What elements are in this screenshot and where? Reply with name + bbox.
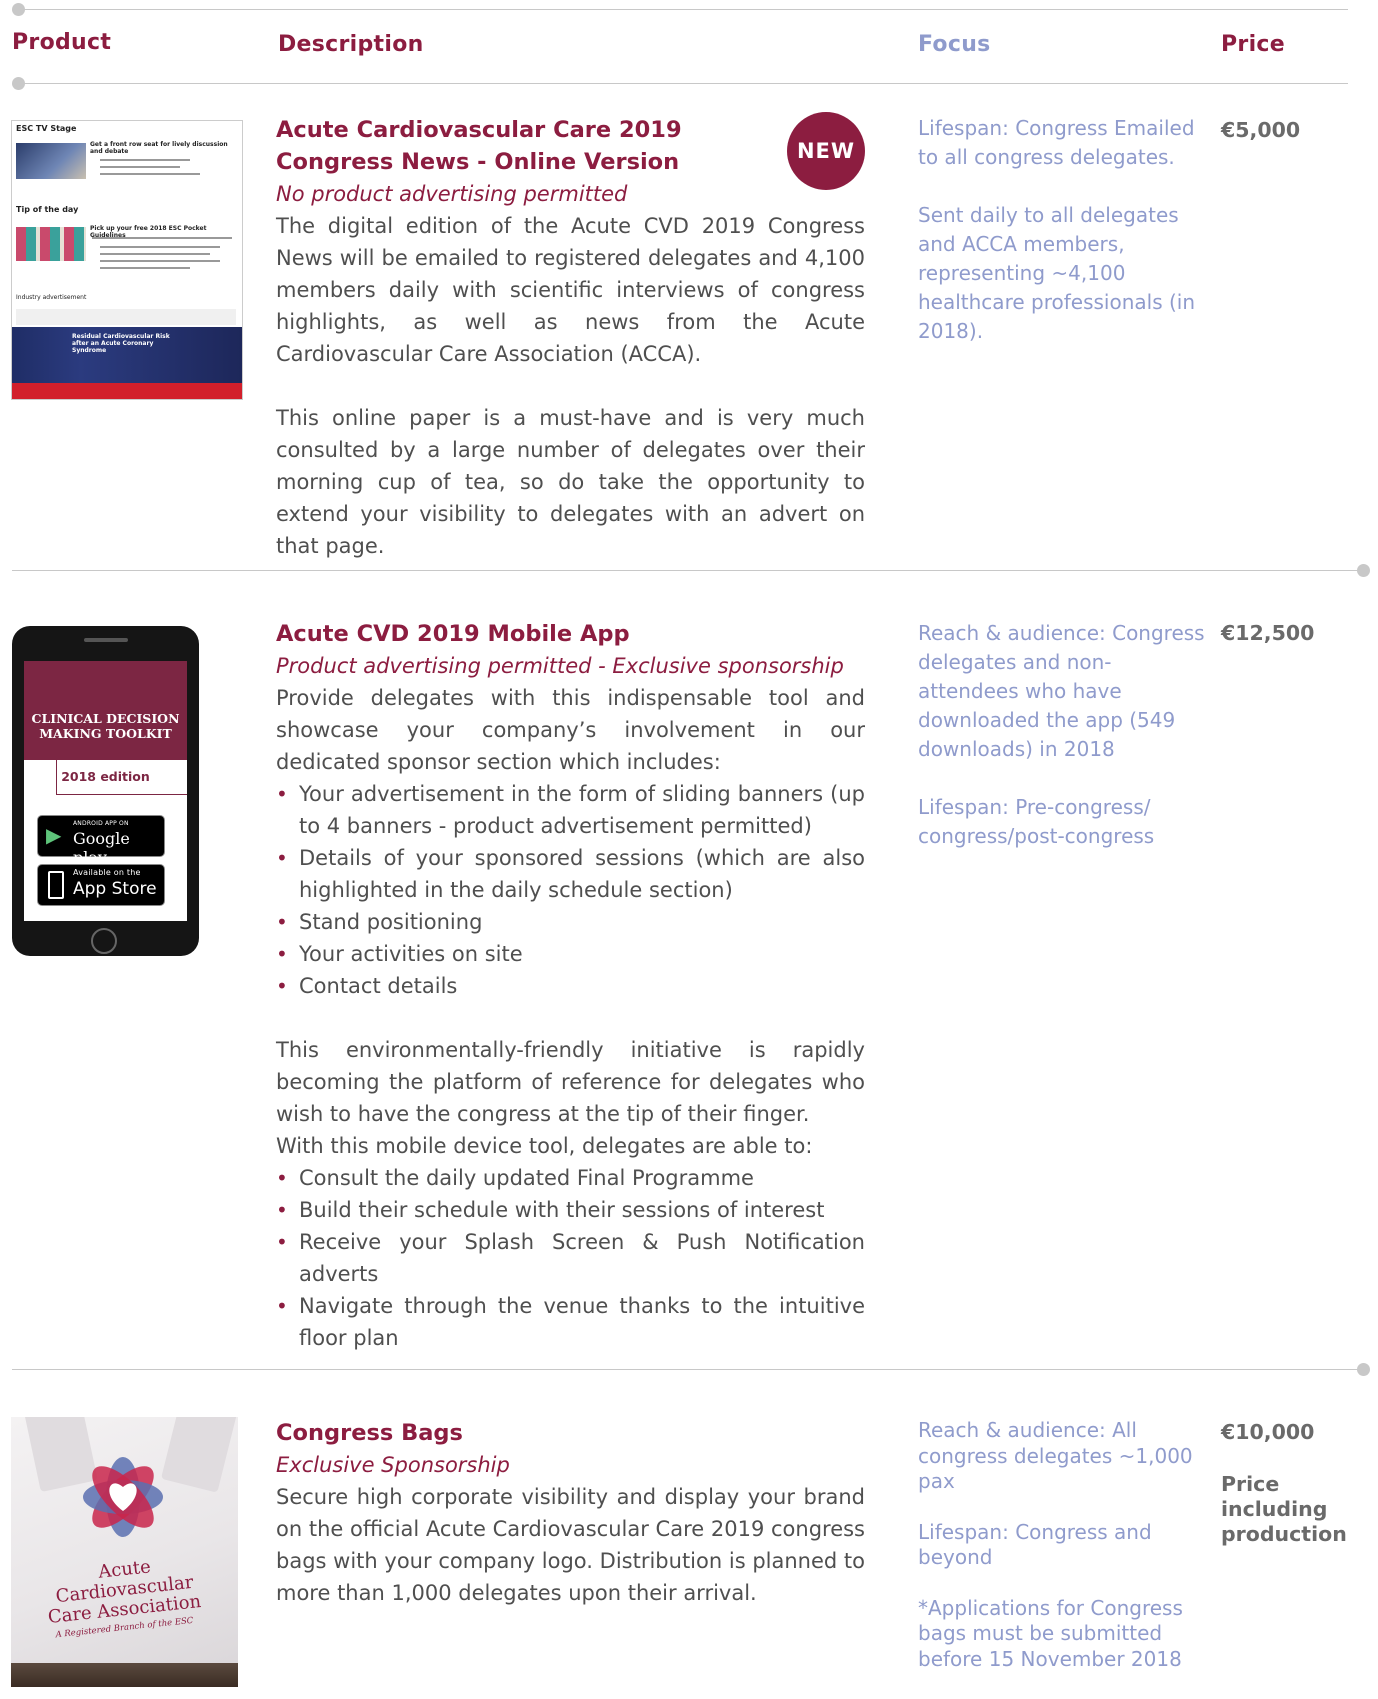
google-play-big: Google play (73, 829, 130, 867)
list-item: Details of your sponsored sessions (whic… (276, 842, 865, 906)
item-2-title: Acute CVD 2019 Mobile App (276, 621, 630, 647)
thumb-line (100, 166, 180, 168)
item-1-title-line2: Congress News - Online Version (276, 149, 680, 175)
item-3-focus-3: *Applications for Congress bags must be … (918, 1595, 1183, 1671)
thumb-ad-strip (16, 309, 236, 325)
mobile-app-phone-image: CLINICAL DECISION MAKING TOOLKIT 2018 ed… (12, 626, 199, 956)
item-1-subtitle: No product advertising permitted (276, 182, 628, 206)
list-item: Receive your Splash Screen & Push Notifi… (276, 1226, 865, 1290)
app-title-line1: CLINICAL DECISION (31, 711, 180, 726)
header-price: Price (1221, 32, 1285, 57)
list-item: Build their schedule with their sessions… (276, 1194, 865, 1226)
item-2-intro: Provide delegates with this indispensabl… (276, 686, 865, 774)
thumb-ad-banner-text: Residual Cardiovascular Risk after an Ac… (72, 333, 170, 354)
item-1-price: €5,000 (1221, 118, 1301, 142)
acca-heart-logo (83, 1457, 163, 1537)
thumb-line (100, 260, 220, 262)
app-banner: CLINICAL DECISION MAKING TOOLKIT (24, 661, 187, 760)
item-3-description: Congress Bags Exclusive Sponsorship Secu… (276, 1417, 865, 1609)
item-3-price-note: Price including production (1221, 1472, 1347, 1546)
header-bottom-dot (12, 77, 25, 90)
app-store-big: App Store (73, 879, 157, 899)
app-title-line2: MAKING TOOLKIT (39, 726, 172, 741)
thumb-headline-1: Get a front row seat for lively discussi… (90, 141, 228, 155)
thumb-line (100, 267, 190, 269)
item-2-focus-2: Lifespan: Pre-congress/ congress/post-co… (918, 795, 1155, 848)
app-divider-h (56, 794, 187, 795)
header-product: Product (12, 30, 112, 55)
item-2-description: Acute CVD 2019 Mobile App Product advert… (276, 618, 865, 1354)
item-1-focus-2: Sent daily to all delegates and ACCA mem… (918, 203, 1196, 343)
item-2-separator-dot (1357, 1363, 1370, 1376)
header-description: Description (278, 32, 424, 57)
item-2-bullets-2: Consult the daily updated Final Programm… (276, 1162, 865, 1354)
google-play-icon: ▶ (46, 823, 62, 847)
item-1-title-line1: Acute Cardiovascular Care 2019 (276, 117, 682, 143)
thumb-line (100, 159, 190, 161)
thumb-ad-footer (12, 383, 242, 399)
item-2-subtitle: Product advertising permitted - Exclusiv… (276, 654, 844, 678)
item-2-paragraph-2: This environmentally-friendly initiative… (276, 1038, 865, 1126)
item-3-focus-1: Reach & audience: All congress delegates… (918, 1418, 1193, 1493)
google-play-badge: ▶ ANDROID APP ON Google play (37, 815, 165, 867)
thumb-line (100, 253, 210, 255)
app-store-badge: Available on the App Store (37, 864, 165, 906)
thumb-section-tip: Tip of the day (16, 205, 79, 214)
phone-home-button (91, 928, 117, 954)
item-1-separator-dot (1357, 564, 1370, 577)
list-item: Stand positioning (276, 906, 865, 938)
app-store-small: Available on the (73, 868, 141, 877)
item-3-focus-2: Lifespan: Congress and beyond (918, 1519, 1152, 1570)
item-1-description: Acute Cardiovascular Care 2019 Congress … (276, 114, 865, 562)
list-item: Your activities on site (276, 938, 865, 970)
congress-bag-image: Acute Cardiovascular Care Association A … (11, 1417, 238, 1687)
list-item: Navigate through the venue thanks to the… (276, 1290, 865, 1354)
header-top-rule (18, 9, 1348, 10)
congress-news-thumbnail: ESC TV Stage Get a front row seat for li… (11, 120, 243, 400)
item-2-bullets-1: Your advertisement in the form of slidin… (276, 778, 865, 1002)
item-1-paragraph-1: The digital edition of the Acute CVD 201… (276, 214, 865, 366)
item-2-focus-1: Reach & audience: Congress delegates and… (918, 621, 1205, 761)
item-3-subtitle: Exclusive Sponsorship (276, 1453, 510, 1477)
google-play-small: ANDROID APP ON (73, 820, 129, 827)
header-bottom-rule (18, 83, 1348, 84)
phone-speaker (84, 638, 128, 642)
item-1-paragraph-2: This online paper is a must-have and is … (276, 406, 865, 558)
item-3-focus: Reach & audience: All congress delegates… (918, 1418, 1208, 1672)
bag-floor (11, 1663, 238, 1687)
item-2-price: €12,500 (1221, 621, 1315, 645)
item-3-title: Congress Bags (276, 1420, 463, 1446)
thumb-line (92, 237, 232, 239)
list-item: Your advertisement in the form of slidin… (276, 778, 865, 842)
phone-screen: CLINICAL DECISION MAKING TOOLKIT 2018 ed… (24, 661, 187, 921)
item-2-paragraph-3: With this mobile device tool, delegates … (276, 1134, 813, 1158)
thumb-section-industry: Industry advertisement (16, 294, 87, 301)
iphone-icon (48, 871, 64, 899)
list-item: Consult the daily updated Final Programm… (276, 1162, 865, 1194)
thumb-line (100, 246, 220, 248)
thumb-line (100, 173, 200, 175)
app-edition: 2018 edition (61, 769, 150, 784)
item-1-focus-1: Lifespan: Congress Emailed to all congre… (918, 116, 1195, 169)
list-item: Contact details (276, 970, 865, 1002)
item-1-separator (12, 570, 1364, 571)
item-2-focus: Reach & audience: Congress delegates and… (918, 619, 1208, 851)
item-1-focus: Lifespan: Congress Emailed to all congre… (918, 114, 1208, 346)
item-2-separator (12, 1369, 1364, 1370)
thumb-photo-1 (16, 143, 86, 179)
thumb-section-esc-tv: ESC TV Stage (16, 124, 77, 133)
item-3-price: €10,000 (1221, 1420, 1315, 1444)
item-3-paragraph: Secure high corporate visibility and dis… (276, 1485, 865, 1605)
header-focus: Focus (918, 32, 991, 57)
thumb-pocket-guides (16, 227, 86, 261)
header-top-dot (12, 3, 25, 16)
